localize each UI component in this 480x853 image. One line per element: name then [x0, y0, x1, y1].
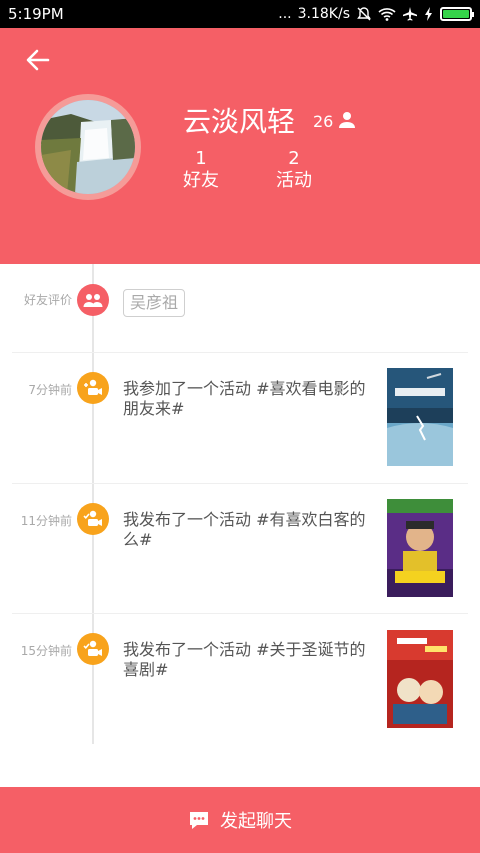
- airplane-icon: [403, 7, 417, 21]
- activity-time: 7分钟前: [28, 383, 72, 397]
- row-divider: [12, 613, 468, 614]
- review-tag[interactable]: 吴彦祖: [123, 289, 186, 317]
- stat-friends-label: 好友: [183, 170, 219, 191]
- avatar-ring: [35, 94, 141, 200]
- join-activity-icon: [77, 372, 109, 404]
- start-chat-button[interactable]: 发起聊天: [0, 787, 480, 853]
- row-divider: [12, 352, 468, 353]
- avatar[interactable]: [41, 100, 135, 194]
- charging-icon: [425, 7, 432, 21]
- user-name: 云淡风轻: [183, 105, 296, 138]
- avatar-waterfall-image: [41, 100, 135, 194]
- stat-friends[interactable]: 1 好友: [181, 148, 221, 192]
- back-arrow-icon[interactable]: [22, 44, 54, 76]
- follower-count: 26: [313, 112, 334, 131]
- chat-bubble-icon: [190, 812, 208, 829]
- battery-level: [443, 10, 469, 18]
- activity-thumbnail[interactable]: [387, 630, 453, 728]
- status-dots: ...: [278, 6, 292, 22]
- activity-text[interactable]: 我发布了一个活动 #关于圣诞节的喜剧#: [123, 640, 368, 680]
- person-icon: [339, 112, 355, 128]
- activity-thumbnail[interactable]: [387, 499, 453, 597]
- status-time: 5:19PM: [8, 5, 64, 23]
- activity-time: 11分钟前: [20, 514, 72, 528]
- publish-activity-icon: [77, 633, 109, 665]
- activity-thumbnail[interactable]: [387, 368, 453, 466]
- activity-time: 15分钟前: [20, 644, 72, 658]
- row-divider: [12, 483, 468, 484]
- stat-activities[interactable]: 2 活动: [274, 148, 314, 192]
- movie-poster-image: [387, 368, 453, 466]
- movie-poster-image: [387, 499, 453, 597]
- status-indicators: ... 3.18K/s: [278, 6, 474, 22]
- friend-review-icon: [77, 284, 109, 316]
- start-chat-label: 发起聊天: [220, 811, 292, 832]
- status-bar: 5:19PM ... 3.18K/s: [0, 0, 480, 28]
- activity-text[interactable]: 我发布了一个活动 #有喜欢白客的么#: [123, 510, 368, 550]
- stat-activities-label: 活动: [276, 170, 312, 191]
- mute-icon: [357, 7, 371, 21]
- stat-activities-value: 2: [288, 148, 300, 169]
- publish-activity-icon: [77, 503, 109, 535]
- activity-text[interactable]: 我参加了一个活动 #喜欢看电影的朋友来#: [123, 379, 368, 419]
- battery-icon: [440, 7, 474, 21]
- review-time-label: 好友评价: [23, 293, 72, 307]
- movie-poster-image: [387, 630, 453, 728]
- profile-header: 云淡风轻 26 1 好友 2 活动: [0, 28, 480, 264]
- stat-friends-value: 1: [195, 148, 207, 169]
- network-speed: 3.18K/s: [297, 6, 350, 22]
- wifi-icon: [378, 8, 396, 21]
